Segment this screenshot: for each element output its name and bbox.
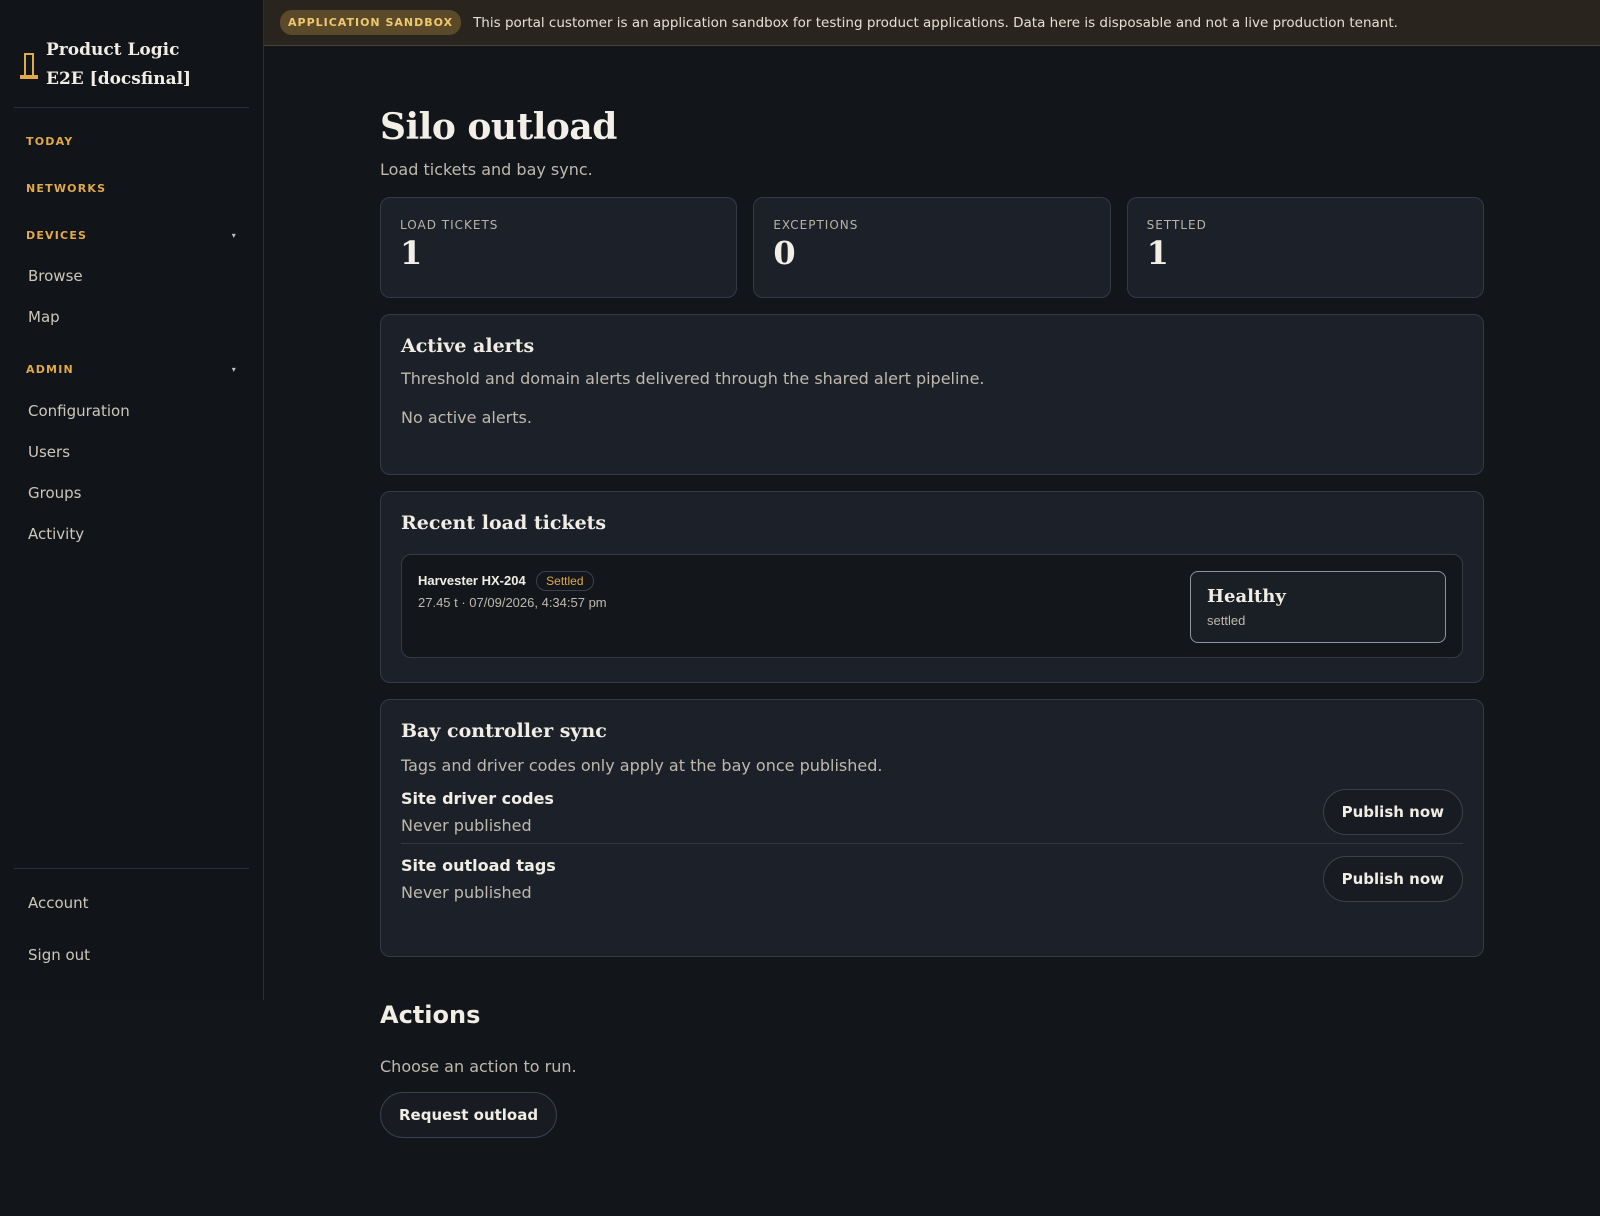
silo-logo-icon	[20, 53, 38, 83]
stat-label: LOAD TICKETS	[400, 218, 499, 232]
active-alerts-card: Active alerts Threshold and domain alert…	[380, 314, 1484, 475]
empty-alerts-message: No active alerts.	[401, 408, 532, 427]
nav-section-today[interactable]: TODAY	[0, 131, 263, 151]
sidebar-item-activity[interactable]: Activity	[0, 523, 263, 545]
card-subtitle: Threshold and domain alerts delivered th…	[401, 369, 985, 388]
publish-outload-tags-button[interactable]: Publish now	[1322, 856, 1463, 902]
bay-controller-sync-card: Bay controller sync Tags and driver code…	[380, 699, 1484, 957]
actions-title: Actions	[380, 1001, 481, 1029]
load-ticket-item[interactable]: Harvester HX-204 Settled 27.45 t · 07/09…	[401, 554, 1463, 658]
health-box: Healthy settled	[1190, 571, 1446, 643]
sandbox-banner: APPLICATION SANDBOX This portal customer…	[264, 0, 1600, 46]
card-title: Recent load tickets	[401, 512, 607, 534]
sync-item-name: Site outload tags	[401, 856, 556, 875]
nav-section-label: ADMIN	[26, 362, 74, 376]
stat-value: 0	[773, 234, 796, 272]
sidebar-item-map[interactable]: Map	[0, 306, 263, 328]
sidebar: Product Logic E2E [docsfinal] TODAY NETW…	[0, 0, 264, 1000]
ticket-meta: 27.45 t · 07/09/2026, 4:34:57 pm	[418, 595, 607, 610]
ticket-info: Harvester HX-204 Settled 27.45 t · 07/09…	[418, 571, 607, 641]
sidebar-item-sign-out[interactable]: Sign out	[0, 944, 263, 966]
main-content: Silo outload Load tickets and bay sync. …	[380, 46, 1484, 1138]
sidebar-footer-divider	[14, 868, 249, 869]
card-title: Bay controller sync	[401, 720, 607, 742]
stat-value: 1	[1146, 234, 1169, 272]
brand-name: Product Logic E2E [docsfinal]	[46, 40, 192, 89]
sidebar-item-account[interactable]: Account	[0, 892, 263, 914]
ticket-name: Harvester HX-204	[418, 573, 526, 588]
nav-section-label: TODAY	[26, 134, 74, 148]
chevron-down-icon: ▾	[231, 230, 237, 240]
sandbox-banner-text: This portal customer is an application s…	[473, 14, 1398, 31]
stat-exceptions: EXCEPTIONS 0	[753, 197, 1111, 298]
page-title: Silo outload	[380, 106, 617, 148]
status-badge: Settled	[536, 571, 594, 591]
stat-settled: SETTLED 1	[1126, 197, 1484, 298]
sync-row-outload-tags: Site outload tags Never published Publis…	[401, 843, 1463, 910]
stat-label: EXCEPTIONS	[773, 218, 859, 232]
card-title: Active alerts	[401, 335, 535, 357]
stat-value: 1	[400, 234, 423, 272]
health-subtitle: settled	[1207, 613, 1246, 628]
actions-subtitle: Choose an action to run.	[380, 1057, 577, 1076]
card-subtitle: Tags and driver codes only apply at the …	[401, 756, 883, 775]
brand[interactable]: Product Logic E2E [docsfinal]	[14, 0, 249, 108]
sandbox-badge: APPLICATION SANDBOX	[280, 10, 462, 35]
sidebar-item-users[interactable]: Users	[0, 441, 263, 463]
sync-row-driver-codes: Site driver codes Never published Publis…	[401, 775, 1463, 843]
sync-item-status: Never published	[401, 816, 532, 835]
chevron-down-icon: ▾	[231, 364, 237, 374]
page-subtitle: Load tickets and bay sync.	[380, 160, 593, 179]
stats-row: LOAD TICKETS 1 EXCEPTIONS 0 SETTLED 1	[380, 197, 1484, 298]
nav-section-label: NETWORKS	[26, 181, 107, 195]
sync-item-name: Site driver codes	[401, 789, 554, 808]
recent-load-tickets-card: Recent load tickets Harvester HX-204 Set…	[380, 491, 1484, 683]
stat-label: SETTLED	[1146, 218, 1207, 232]
stat-load-tickets: LOAD TICKETS 1	[380, 197, 738, 298]
sync-item-status: Never published	[401, 883, 532, 902]
sidebar-item-browse[interactable]: Browse	[0, 265, 263, 287]
request-outload-button[interactable]: Request outload	[380, 1092, 558, 1138]
nav-section-devices[interactable]: DEVICES ▾	[0, 225, 263, 245]
nav-section-networks[interactable]: NETWORKS	[0, 178, 263, 198]
sidebar-item-configuration[interactable]: Configuration	[0, 400, 263, 422]
health-title: Healthy	[1207, 586, 1286, 607]
nav-section-admin[interactable]: ADMIN ▾	[0, 359, 263, 379]
sidebar-item-groups[interactable]: Groups	[0, 482, 263, 504]
nav-section-label: DEVICES	[26, 228, 88, 242]
publish-driver-codes-button[interactable]: Publish now	[1322, 789, 1463, 835]
